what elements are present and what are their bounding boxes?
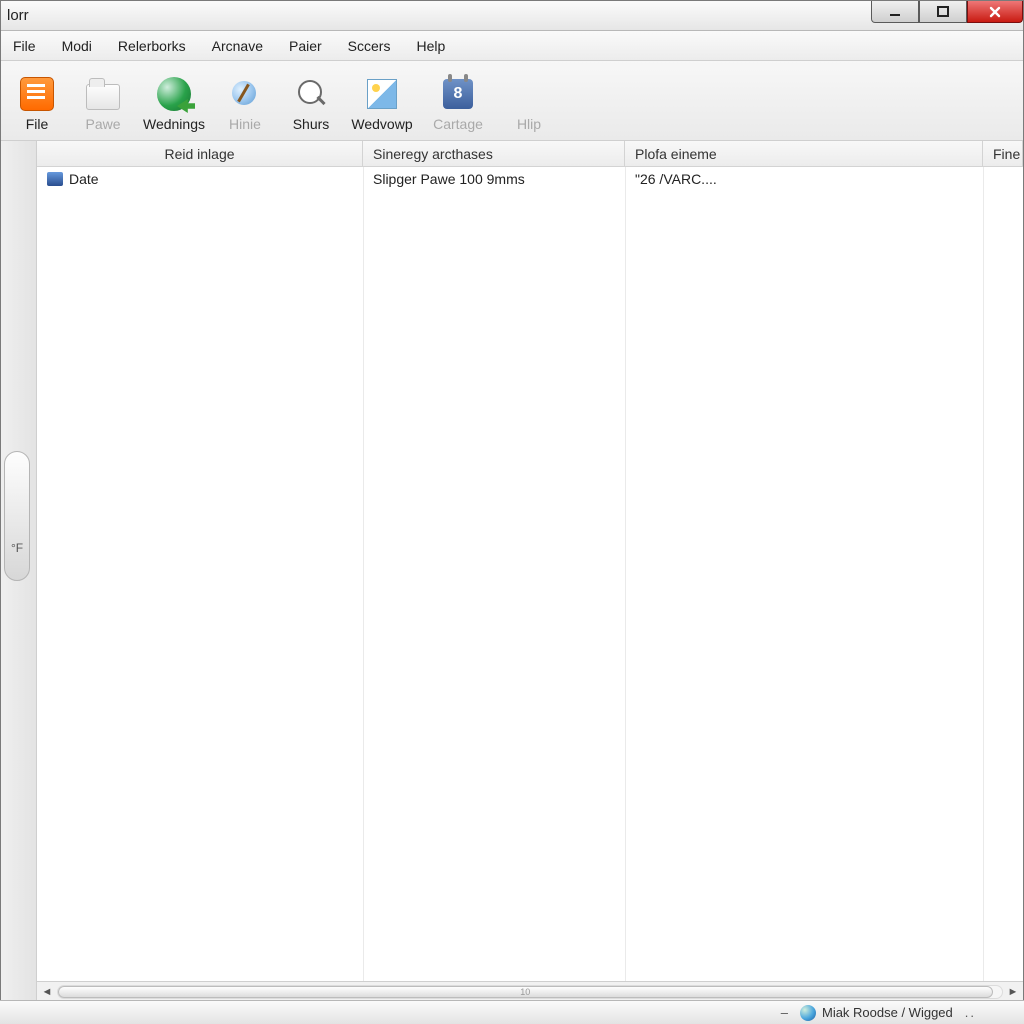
close-icon [988, 5, 1002, 19]
window-title: lorr [7, 7, 29, 24]
globe-icon [800, 1005, 816, 1021]
tool-hinie-label: Hinie [229, 116, 261, 132]
title-bar: lorr [1, 1, 1023, 31]
maximize-button[interactable] [919, 1, 967, 23]
app-window: lorr File Modi Relerborks Arcnave Paier … [0, 0, 1024, 1002]
scroll-thumb[interactable]: 10 [58, 986, 993, 998]
blank-icon [511, 76, 547, 112]
tool-shurs[interactable]: Shurs [279, 76, 343, 132]
close-button[interactable] [967, 1, 1023, 23]
folder-icon [85, 76, 121, 112]
tool-wedvowp[interactable]: Wedvowp [345, 76, 419, 132]
cell-plofa: "26 /VARC.... [625, 169, 983, 189]
minimize-button[interactable] [871, 1, 919, 23]
tool-wednings-label: Wednings [143, 116, 205, 132]
tool-cartage[interactable]: 8 Cartage [421, 76, 495, 132]
col-header-4[interactable]: Fine [983, 141, 1023, 166]
scroll-track[interactable]: 10 [57, 985, 1003, 999]
toolbar: File Pawe Wednings Hinie Shurs Wedvowp 8… [1, 61, 1023, 141]
menu-modi[interactable]: Modi [58, 34, 96, 58]
tool-shurs-label: Shurs [293, 116, 330, 132]
maximize-icon [936, 5, 950, 19]
col-header-2[interactable]: Sineregy arcthases [363, 141, 625, 166]
taskbar-item[interactable]: Miak Roodse / Wigged [800, 1005, 953, 1021]
cell-name-text: Date [69, 171, 99, 187]
col-header-3[interactable]: Plofa eineme [625, 141, 983, 166]
main-panel: Reid inlage Sineregy arcthases Plofa ein… [37, 141, 1023, 1001]
menu-help[interactable]: Help [412, 34, 449, 58]
table-row[interactable]: Date Slipger Pawe 100 9mms "26 /VARC.... [37, 167, 1023, 191]
tool-cartage-label: Cartage [433, 116, 483, 132]
side-slider[interactable] [4, 451, 30, 581]
scroll-right-arrow-icon[interactable]: ► [1003, 983, 1023, 1001]
scroll-left-arrow-icon[interactable]: ◄ [37, 983, 57, 1001]
window-controls [871, 1, 1023, 30]
cell-sineregy: Slipger Pawe 100 9mms [363, 169, 625, 189]
minimize-icon [888, 5, 902, 19]
globe-arrow-icon [156, 76, 192, 112]
taskbar-item-label: Miak Roodse / Wigged [822, 1005, 953, 1020]
side-unit-label: °F [11, 541, 23, 555]
cell-fine [983, 177, 1023, 181]
taskbar-dots: .. [965, 1005, 976, 1020]
picture-icon [364, 76, 400, 112]
h-scrollbar[interactable]: ◄ 10 ► [37, 981, 1023, 1001]
menu-paier[interactable]: Paier [285, 34, 326, 58]
grid-lines [37, 167, 1023, 981]
calendar-icon: 8 [440, 76, 476, 112]
menu-arcnave[interactable]: Arcnave [208, 34, 267, 58]
tool-wedvowp-label: Wedvowp [351, 116, 412, 132]
taskbar: – Miak Roodse / Wigged .. [0, 1000, 1024, 1024]
menu-relerborks[interactable]: Relerborks [114, 34, 190, 58]
tool-hinie[interactable]: Hinie [213, 76, 277, 132]
content-body: °F Reid inlage Sineregy arcthases Plofa … [1, 141, 1023, 1001]
item-icon [47, 172, 63, 186]
tool-pawe-label: Pawe [85, 116, 120, 132]
table-rows: Date Slipger Pawe 100 9mms "26 /VARC.... [37, 167, 1023, 981]
file-icon [19, 76, 55, 112]
tool-hlip-label: Hlip [517, 116, 541, 132]
menu-bar: File Modi Relerborks Arcnave Paier Sccer… [1, 31, 1023, 61]
side-panel: °F [1, 141, 37, 1001]
tool-file[interactable]: File [5, 76, 69, 132]
scroll-thumb-label: 10 [520, 987, 530, 997]
tool-file-label: File [26, 116, 49, 132]
tool-wednings[interactable]: Wednings [137, 76, 211, 132]
tool-pawe[interactable]: Pawe [71, 76, 135, 132]
cell-name: Date [37, 169, 363, 189]
col-header-1[interactable]: Reid inlage [37, 141, 363, 166]
taskbar-dash: – [781, 1005, 788, 1020]
menu-file[interactable]: File [9, 34, 40, 58]
brush-icon [227, 76, 263, 112]
tool-hlip[interactable]: Hlip [497, 76, 561, 132]
magnifier-icon [293, 76, 329, 112]
column-headers: Reid inlage Sineregy arcthases Plofa ein… [37, 141, 1023, 167]
menu-sccers[interactable]: Sccers [344, 34, 395, 58]
